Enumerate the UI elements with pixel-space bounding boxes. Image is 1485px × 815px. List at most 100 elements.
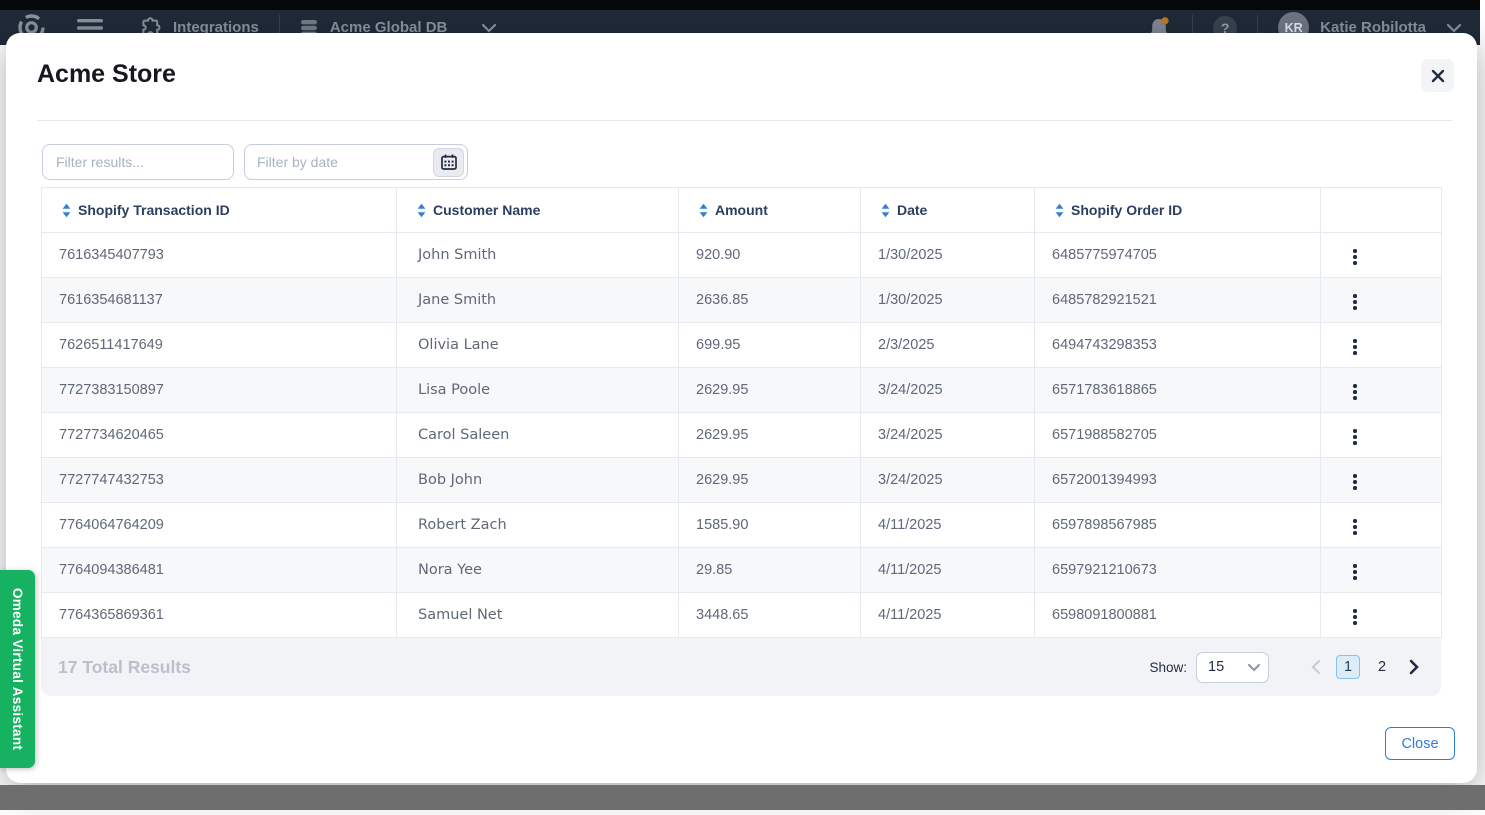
table-row: 7727383150897Lisa Poole2629.953/24/20256… xyxy=(42,368,1442,413)
cell-order-id: 6597921210673 xyxy=(1035,548,1321,593)
cell-date: 3/24/2025 xyxy=(861,458,1035,503)
column-header-2[interactable]: Customer Name xyxy=(397,188,679,233)
cell-date: 1/30/2025 xyxy=(861,278,1035,323)
cell-transaction-id: 7727747432753 xyxy=(42,458,397,503)
row-menu-button[interactable] xyxy=(1348,379,1362,405)
sort-icon xyxy=(62,203,71,218)
table-header-row: Shopify Transaction ID Customer Name Amoun… xyxy=(42,188,1442,233)
cell-order-id: 6571988582705 xyxy=(1035,413,1321,458)
row-menu-button[interactable] xyxy=(1348,334,1362,360)
row-actions-cell xyxy=(1321,548,1442,593)
kebab-icon xyxy=(1353,429,1357,433)
column-header-4[interactable]: Date xyxy=(861,188,1035,233)
show-label: Show: xyxy=(1149,660,1187,675)
cell-customer-name: John Smith xyxy=(397,233,679,278)
kebab-icon xyxy=(1353,474,1357,478)
cell-transaction-id: 7764365869361 xyxy=(42,593,397,638)
column-label: Customer Name xyxy=(433,202,540,218)
cell-order-id: 6485775974705 xyxy=(1035,233,1321,278)
filter-results-input[interactable] xyxy=(42,144,234,180)
column-header-actions xyxy=(1321,188,1442,233)
row-menu-button[interactable] xyxy=(1348,424,1362,450)
select-chevron-icon xyxy=(1247,663,1261,672)
row-actions-cell xyxy=(1321,278,1442,323)
cell-amount: 29.85 xyxy=(679,548,861,593)
kebab-icon xyxy=(1353,294,1357,298)
viewport: Integrations Acme Global DB xyxy=(0,0,1485,815)
cell-transaction-id: 7727383150897 xyxy=(42,368,397,413)
page-button-1[interactable]: 1 xyxy=(1336,655,1360,679)
virtual-assistant-tab[interactable]: Omeda Virtual Assistant xyxy=(0,570,35,768)
page-size-select[interactable]: 15 xyxy=(1196,652,1269,683)
date-picker-button[interactable] xyxy=(433,148,464,177)
column-header-3[interactable]: Amount xyxy=(679,188,861,233)
row-menu-button[interactable] xyxy=(1348,559,1362,585)
pagination: 12 xyxy=(1309,655,1421,679)
cell-customer-name: Samuel Net xyxy=(397,593,679,638)
page-size-value: 15 xyxy=(1208,659,1224,675)
notification-dot xyxy=(1162,17,1169,24)
cell-date: 3/24/2025 xyxy=(861,413,1035,458)
close-button[interactable]: Close xyxy=(1385,727,1455,760)
cell-transaction-id: 7727734620465 xyxy=(42,413,397,458)
cell-amount: 1585.90 xyxy=(679,503,861,548)
cell-transaction-id: 7764064764209 xyxy=(42,503,397,548)
row-menu-button[interactable] xyxy=(1348,469,1362,495)
sort-icon xyxy=(1055,203,1064,218)
cell-transaction-id: 7616354681137 xyxy=(42,278,397,323)
page-button-2[interactable]: 2 xyxy=(1370,655,1394,679)
pagination-pages: 12 xyxy=(1336,655,1394,679)
modal-close-button[interactable] xyxy=(1421,59,1454,92)
page-bottom-bar xyxy=(0,785,1485,810)
cell-customer-name: Robert Zach xyxy=(397,503,679,548)
cell-amount: 2629.95 xyxy=(679,458,861,503)
row-actions-cell xyxy=(1321,413,1442,458)
cell-date: 1/30/2025 xyxy=(861,233,1035,278)
row-menu-button[interactable] xyxy=(1348,244,1362,270)
cell-transaction-id: 7626511417649 xyxy=(42,323,397,368)
kebab-icon xyxy=(1353,384,1357,388)
table-row: 7727734620465Carol Saleen2629.953/24/202… xyxy=(42,413,1442,458)
acme-store-modal: Acme Store xyxy=(6,33,1477,783)
filter-date-input[interactable] xyxy=(245,154,433,170)
column-label: Date xyxy=(897,202,927,218)
kebab-icon xyxy=(1353,564,1357,568)
cell-customer-name: Lisa Poole xyxy=(397,368,679,413)
cell-transaction-id: 7764094386481 xyxy=(42,548,397,593)
calendar-icon xyxy=(441,154,457,170)
cell-amount: 3448.65 xyxy=(679,593,861,638)
transactions-table: Shopify Transaction ID Customer Name Amoun… xyxy=(41,187,1441,696)
title-divider xyxy=(37,120,1452,121)
table-row: 7616345407793John Smith920.901/30/202564… xyxy=(42,233,1442,278)
sort-icon xyxy=(417,203,426,218)
cell-order-id: 6571783618865 xyxy=(1035,368,1321,413)
cell-order-id: 6597898567985 xyxy=(1035,503,1321,548)
cell-amount: 2629.95 xyxy=(679,368,861,413)
cell-date: 3/24/2025 xyxy=(861,368,1035,413)
row-menu-button[interactable] xyxy=(1348,289,1362,315)
table-footer: 17 Total Results Show: 15 xyxy=(41,638,1441,696)
table-row: 7626511417649Olivia Lane699.952/3/202564… xyxy=(42,323,1442,368)
row-actions-cell xyxy=(1321,503,1442,548)
cell-transaction-id: 7616345407793 xyxy=(42,233,397,278)
cell-customer-name: Bob John xyxy=(397,458,679,503)
cell-order-id: 6485782921521 xyxy=(1035,278,1321,323)
total-results: 17 Total Results xyxy=(58,657,191,678)
cell-customer-name: Carol Saleen xyxy=(397,413,679,458)
row-menu-button[interactable] xyxy=(1348,604,1362,630)
close-icon xyxy=(1431,69,1445,83)
row-actions-cell xyxy=(1321,233,1442,278)
column-header-1[interactable]: Shopify Transaction ID xyxy=(42,188,397,233)
cell-amount: 2629.95 xyxy=(679,413,861,458)
chevron-down-icon xyxy=(1446,23,1462,33)
modal-title: Acme Store xyxy=(37,60,176,89)
chevron-down-icon xyxy=(481,23,497,33)
column-header-5[interactable]: Shopify Order ID xyxy=(1035,188,1321,233)
prev-page-button[interactable] xyxy=(1309,657,1323,677)
sort-icon xyxy=(881,203,890,218)
column-label: Shopify Order ID xyxy=(1071,202,1182,218)
next-page-button[interactable] xyxy=(1407,657,1421,677)
row-menu-button[interactable] xyxy=(1348,514,1362,540)
cell-amount: 2636.85 xyxy=(679,278,861,323)
kebab-icon xyxy=(1353,519,1357,523)
